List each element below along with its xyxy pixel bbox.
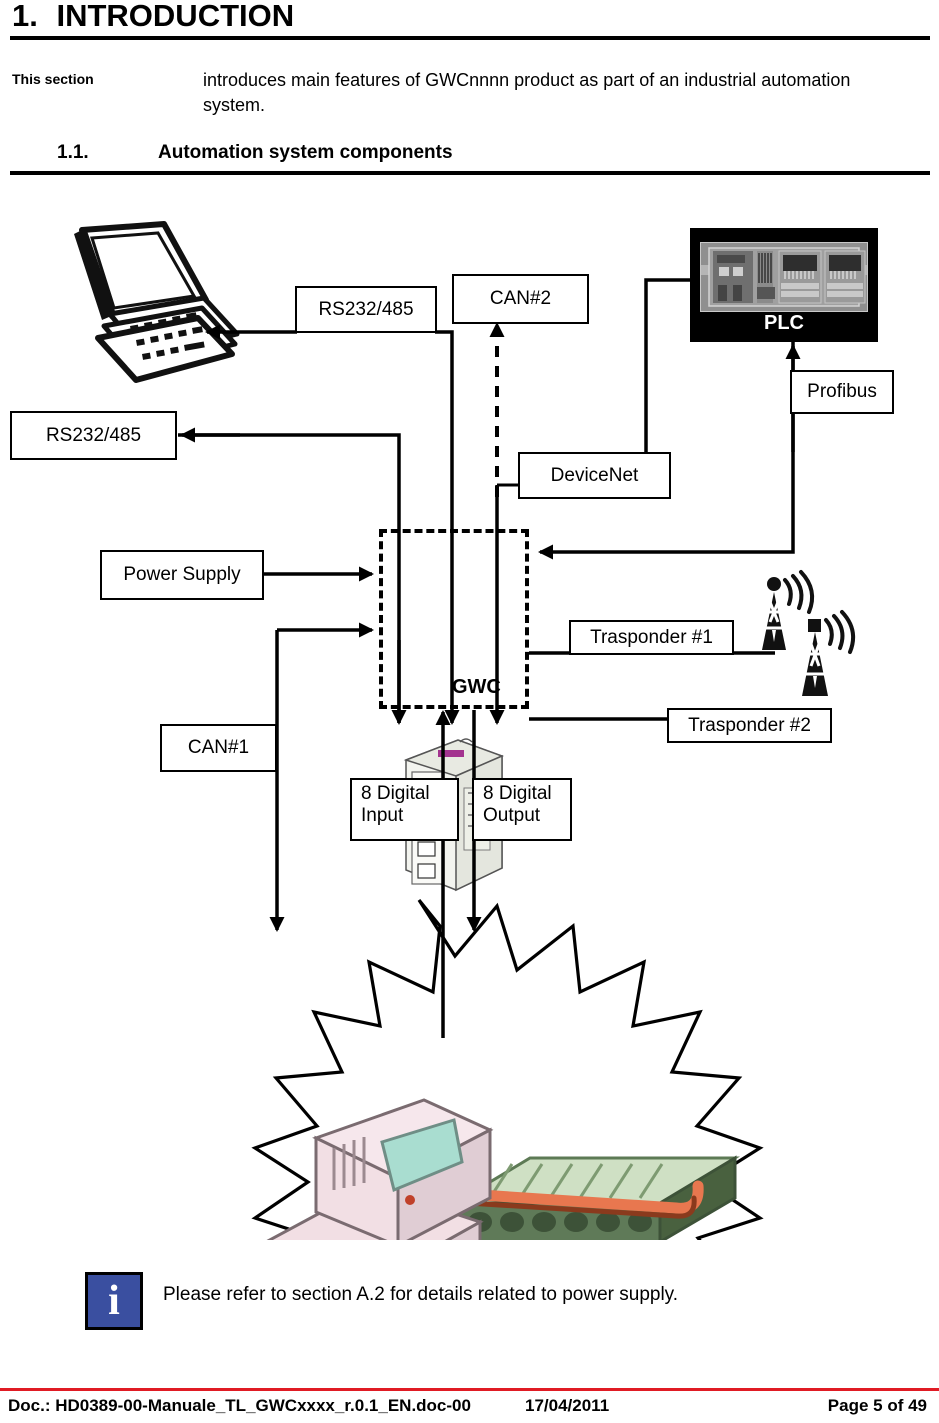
plc-device-block: PLC — [690, 228, 878, 342]
transponder-tower-2-icon — [802, 610, 856, 696]
box-digital-input[interactable]: 8 Digital Input — [350, 778, 459, 841]
laptop-icon — [74, 221, 240, 383]
plc-device-photo — [700, 242, 868, 312]
page-footer: Doc.: HD0389-00-Manuale_TL_GWCxxxx_r.0.1… — [0, 1394, 939, 1422]
info-icon: i — [85, 1272, 143, 1330]
transponder-tower-1-icon — [762, 570, 815, 650]
subsection-number: 1.1. — [57, 142, 89, 163]
footer-date: 17/04/2011 — [525, 1396, 610, 1415]
box-profibus[interactable]: Profibus — [790, 370, 894, 414]
box-digital-output[interactable]: 8 Digital Output — [472, 778, 572, 841]
box-rs232-left[interactable]: RS232/485 — [10, 411, 177, 460]
chapter-title: INTRODUCTION — [56, 0, 295, 33]
box-devicenet[interactable]: DeviceNet — [518, 452, 671, 499]
footer-page-number: Page 5 of 49 — [827, 1396, 927, 1415]
note-callout: i Please refer to section A.2 for detail… — [0, 1270, 939, 1330]
box-can1[interactable]: CAN#1 — [160, 724, 277, 772]
gwc-label: GWC — [452, 676, 501, 698]
box-can2[interactable]: CAN#2 — [452, 274, 589, 324]
subsection-divider — [10, 171, 930, 175]
title-divider — [10, 36, 930, 40]
digital-input-line1: 8 Digital — [361, 783, 430, 804]
subsection-title: Automation system components — [158, 142, 453, 163]
box-trasponder-2[interactable]: Trasponder #2 — [667, 708, 832, 743]
footer-divider — [0, 1388, 939, 1391]
footer-doc-id: Doc.: HD0389-00-Manuale_TL_GWCxxxx_r.0.1… — [8, 1396, 471, 1415]
link-plc-profibus — [538, 342, 795, 560]
chapter-number: 1. — [12, 0, 38, 33]
page-title: 1. INTRODUCTION — [12, 0, 294, 34]
plc-label: PLC — [764, 312, 804, 334]
note-text: Please refer to section A.2 for details … — [163, 1284, 679, 1305]
box-power-supply[interactable]: Power Supply — [100, 550, 264, 600]
digital-input-line2: Input — [361, 805, 404, 826]
digital-output-line1: 8 Digital — [483, 783, 552, 804]
marginal-label: This section — [12, 71, 94, 87]
digital-output-line2: Output — [483, 805, 541, 826]
intro-paragraph: introduces main features of GWCnnnn prod… — [203, 70, 851, 115]
automation-system-diagram: RS232/485 RS232/485 CAN#2 DeviceNet Prof… — [0, 200, 939, 1240]
box-rs232-top[interactable]: RS232/485 — [295, 286, 437, 333]
box-trasponder-1[interactable]: Trasponder #1 — [569, 620, 734, 655]
